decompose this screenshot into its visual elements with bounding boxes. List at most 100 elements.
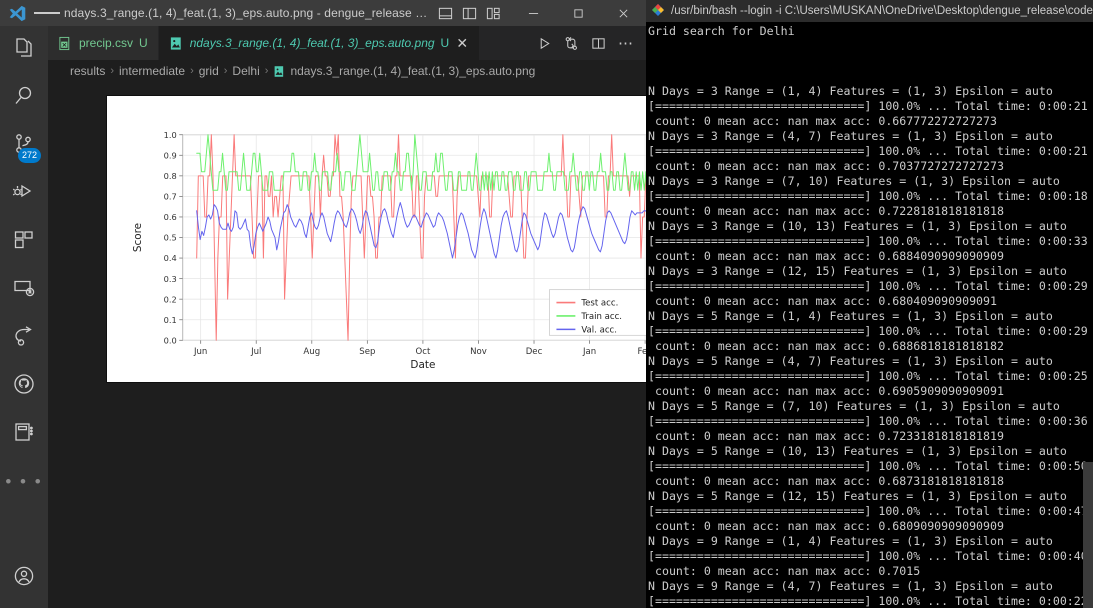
x-tick-label: Aug (303, 347, 320, 357)
terminal-line: [==============================] 100.0% … (648, 99, 1093, 114)
terminal-scrollbar-thumb[interactable] (1083, 462, 1093, 608)
notebook-icon (12, 420, 36, 449)
terminal-line (648, 39, 1093, 54)
search-icon (12, 84, 36, 113)
image-preview-pane: 0.00.10.20.30.40.50.60.70.80.91.0JunJulA… (48, 82, 646, 608)
share-icon (12, 324, 36, 353)
terminal-line: [==============================] 100.0% … (648, 414, 1093, 429)
y-tick-label: 0.2 (164, 294, 177, 304)
terminal-line: [==============================] 100.0% … (648, 369, 1093, 384)
terminal-line: N Days = 5 Range = (12, 15) Features = (… (648, 489, 1093, 504)
terminal-line: [==============================] 100.0% … (648, 279, 1093, 294)
terminal-line: [==============================] 100.0% … (648, 594, 1093, 608)
split-editor-button[interactable] (591, 36, 606, 51)
breadcrumb-separator: › (189, 65, 195, 77)
csv-file-icon (58, 36, 73, 51)
terminal-line: N Days = 9 Range = (4, 7) Features = (1,… (648, 579, 1093, 594)
terminal-line: N Days = 3 Range = (1, 4) Features = (1,… (648, 84, 1093, 99)
tab-label: ndays.3_range.(1, 4)_feat.(1, 3)_eps.aut… (190, 36, 435, 50)
terminal-line (648, 69, 1093, 84)
terminal-scrollbar[interactable] (1083, 22, 1093, 608)
terminal-line: [==============================] 100.0% … (648, 234, 1093, 249)
terminal-line: count: 0 mean acc: nan max acc: 0.688681… (648, 339, 1093, 354)
sidebar-item-source-control[interactable]: 272 (0, 122, 48, 170)
sidebar-item-extensions[interactable] (0, 218, 48, 266)
sidebar-item-run-and-debug[interactable] (0, 170, 48, 218)
vscode-window: ndays.3_range.(1, 4)_feat.(1, 3)_eps.aut… (0, 0, 646, 608)
tab-precip-csv[interactable]: precip.csv U (48, 26, 159, 60)
terminal-line: count: 0 mean acc: nan max acc: 0.667772… (648, 114, 1093, 129)
tab-close-button[interactable]: ✕ (455, 36, 469, 50)
terminal-line: N Days = 5 Range = (4, 7) Features = (1,… (648, 354, 1093, 369)
close-button[interactable] (601, 0, 646, 26)
maximize-button[interactable] (556, 0, 601, 26)
sidebar-item-live-share[interactable] (0, 314, 48, 362)
terminal-line: [==============================] 100.0% … (648, 324, 1093, 339)
terminal-window: /usr/bin/bash --login -i C:\Users\MUSKAN… (646, 0, 1093, 608)
sidebar-item-remote-explorer[interactable] (0, 266, 48, 314)
y-tick-label: 0.1 (164, 315, 177, 325)
terminal-line: [==============================] 100.0% … (648, 549, 1093, 564)
sidebar-item-search[interactable] (0, 74, 48, 122)
breadcrumb-item-results[interactable]: results (70, 64, 105, 78)
y-tick-label: 0.5 (164, 233, 177, 243)
tab-bar: precip.csv U ndays.3_range.(1, 4)_feat.(… (48, 26, 646, 60)
terminal-line: count: 0 mean acc: nan max acc: 0.690590… (648, 384, 1093, 399)
compare-changes-button[interactable] (564, 36, 579, 51)
terminal-line: N Days = 5 Range = (10, 13) Features = (… (648, 444, 1093, 459)
y-axis-label: Score (132, 223, 144, 252)
image-file-icon (273, 65, 286, 78)
run-file-button[interactable] (537, 36, 552, 51)
menu-button[interactable] (34, 11, 60, 16)
minimize-button[interactable] (511, 0, 556, 26)
terminal-line: N Days = 3 Range = (4, 7) Features = (1,… (648, 129, 1093, 144)
x-tick-label: Jul (250, 347, 261, 357)
editor-actions: ⋯ (525, 26, 646, 60)
terminal-line: [==============================] 100.0% … (648, 504, 1093, 519)
terminal-line: count: 0 mean acc: nan max acc: 0.703772… (648, 159, 1093, 174)
breadcrumb: results › intermediate › grid › Delhi › … (48, 60, 646, 82)
terminal-line: [==============================] 100.0% … (648, 459, 1093, 474)
chart-svg: 0.00.10.20.30.40.50.60.70.80.91.0JunJulA… (107, 96, 683, 382)
terminal-line: count: 0 mean acc: nan max acc: 0.7015 (648, 564, 1093, 579)
more-actions-button[interactable]: ⋯ (618, 39, 634, 48)
legend-label: Test acc. (580, 299, 618, 309)
y-tick-label: 0.9 (164, 150, 177, 160)
x-tick-label: Dec (526, 347, 543, 357)
breadcrumb-item-delhi[interactable]: Delhi (232, 64, 259, 78)
tab-image-preview[interactable]: ndays.3_range.(1, 4)_feat.(1, 3)_eps.aut… (159, 26, 481, 60)
terminal-line: count: 0 mean acc: nan max acc: 0.723318… (648, 429, 1093, 444)
editor-area: precip.csv U ndays.3_range.(1, 4)_feat.(… (48, 26, 646, 608)
x-tick-label: Oct (415, 347, 430, 357)
breadcrumb-item-grid[interactable]: grid (199, 64, 219, 78)
sidebar-item-explorer[interactable] (0, 26, 48, 74)
sidebar-item-more[interactable]: • • • (0, 458, 48, 506)
bash-icon (651, 3, 665, 20)
y-tick-label: 0.3 (164, 274, 177, 284)
breadcrumb-separator: › (264, 65, 270, 77)
remote-icon (12, 276, 36, 305)
terminal-line: N Days = 5 Range = (1, 4) Features = (1,… (648, 309, 1093, 324)
ellipsis-icon: • • • (5, 462, 42, 502)
legend-label: Val. acc. (581, 326, 617, 336)
terminal-line: N Days = 3 Range = (12, 15) Features = (… (648, 264, 1093, 279)
account-button[interactable] (0, 554, 48, 602)
terminal-line: N Days = 9 Range = (1, 4) Features = (1,… (648, 534, 1093, 549)
customize-layout-icon[interactable] (486, 6, 501, 21)
y-tick-label: 0.6 (164, 212, 177, 222)
y-tick-label: 0.8 (164, 171, 177, 181)
terminal-line: N Days = 3 Range = (10, 13) Features = (… (648, 219, 1093, 234)
terminal-line: [==============================] 100.0% … (648, 189, 1093, 204)
toggle-panel-icon[interactable] (438, 6, 453, 21)
terminal-output[interactable]: Grid search for Delhi N Days = 3 Range =… (646, 22, 1093, 608)
terminal-line: count: 0 mean acc: nan max acc: 0.680409… (648, 294, 1093, 309)
breadcrumb-item-intermediate[interactable]: intermediate (119, 64, 185, 78)
toggle-sidebar-icon[interactable] (462, 6, 477, 21)
y-tick-label: 0.7 (164, 192, 177, 202)
sidebar-item-notebook[interactable] (0, 410, 48, 458)
breadcrumb-item-file[interactable]: ndays.3_range.(1, 4)_feat.(1, 3)_eps.aut… (290, 64, 535, 78)
terminal-line: count: 0 mean acc: nan max acc: 0.722818… (648, 204, 1093, 219)
layout-controls (428, 6, 511, 21)
window-controls (511, 0, 646, 26)
sidebar-item-github[interactable] (0, 362, 48, 410)
